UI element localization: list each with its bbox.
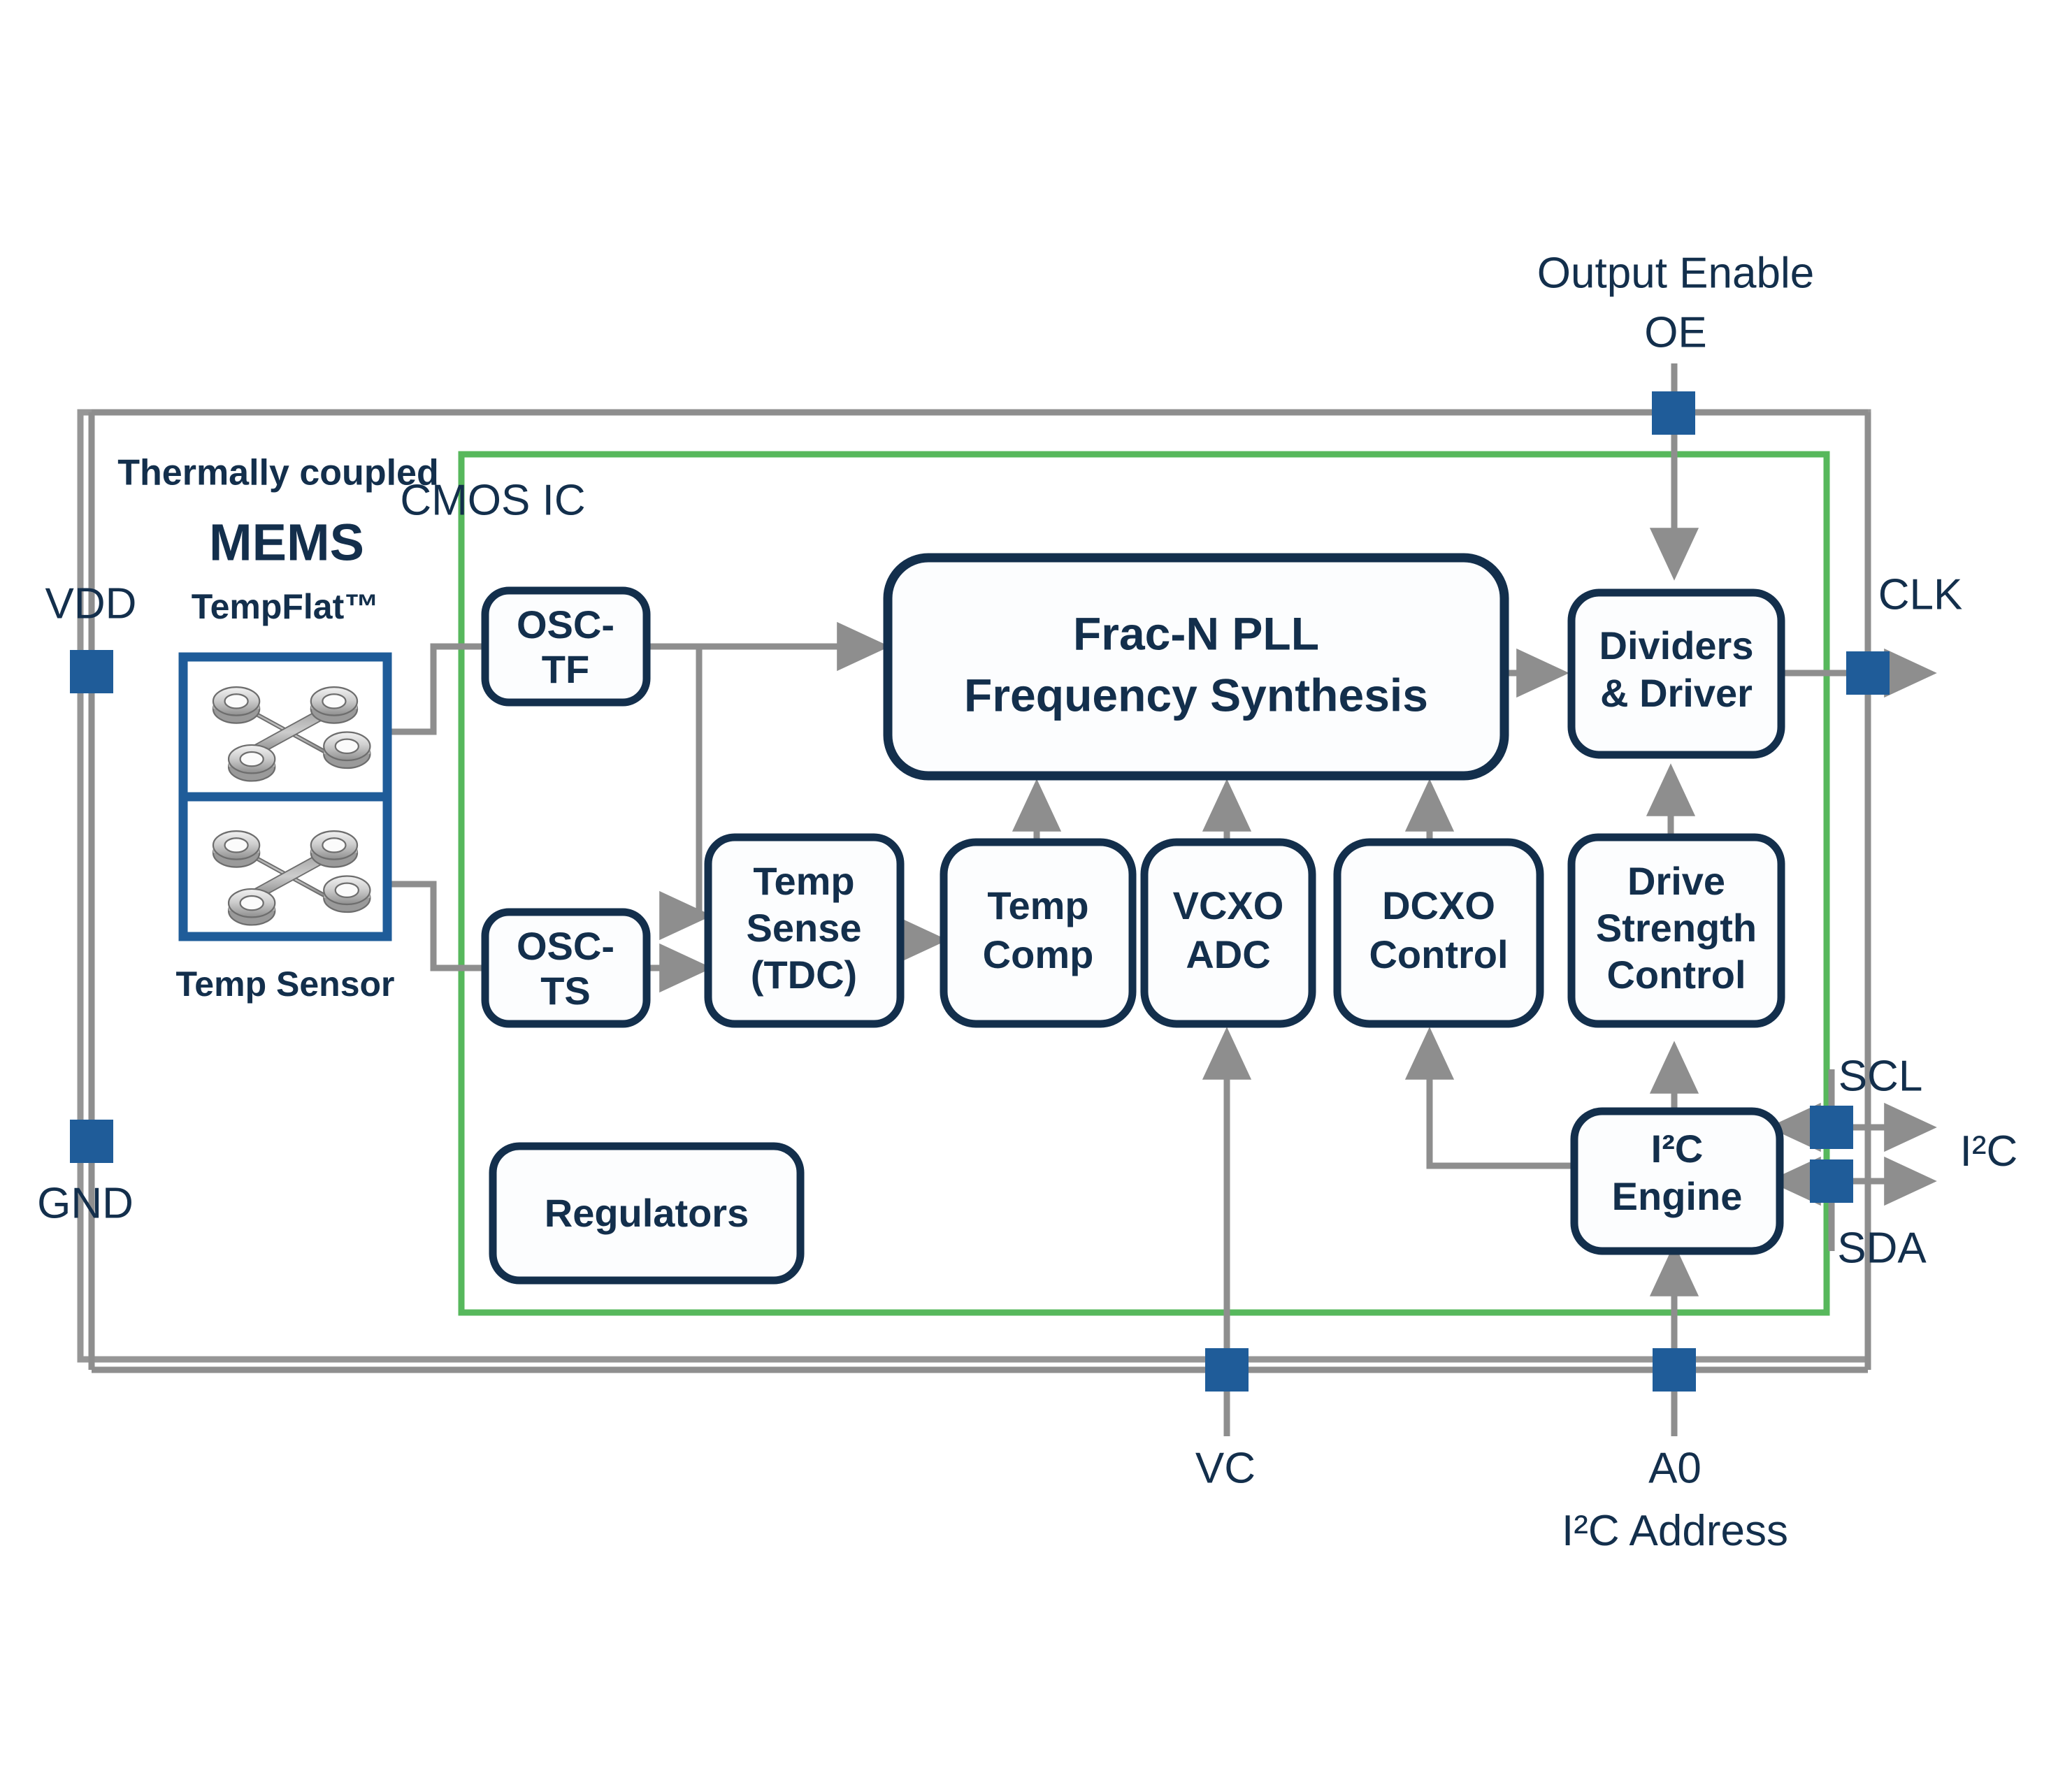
block-i2c-engine[interactable]: I²C Engine <box>1570 1107 1784 1255</box>
block-temp-comp-line-1: Comp <box>983 932 1094 976</box>
block-dividers-line-0: Dividers <box>1599 623 1754 667</box>
block-dividers-line-1: & Driver <box>1600 671 1753 715</box>
block-vcxo-adc-line-1: ADC <box>1186 932 1270 976</box>
block-regulators[interactable]: Regulators <box>489 1142 805 1285</box>
pin-label-i2c-text: I²C <box>1960 1127 2018 1176</box>
block-temp-comp-line-0: Temp <box>987 883 1088 927</box>
pin-label-oe-line-0: Output Enable <box>1537 249 1814 297</box>
block-dcxo-control-line-1: Control <box>1369 932 1508 976</box>
block-osc-tf-line-1: TF <box>542 647 589 691</box>
pin-label-scl: SCL <box>1839 1052 1923 1100</box>
block-drive-strength-control[interactable]: Drive Strength Control <box>1567 833 1785 1028</box>
pin-label-i2c-address: I²C Address <box>1562 1507 1788 1555</box>
block-vcxo-adc[interactable]: VCXO ADC <box>1140 838 1316 1028</box>
wire-tempflat-to-osctf <box>389 643 485 735</box>
pin-square-gnd[interactable] <box>70 1120 113 1163</box>
pin-label-vdd: VDD <box>45 579 137 628</box>
wire-tempsensor-to-oscts <box>389 881 485 971</box>
mems-group: Thermally coupled MEMS TempFlat™ Temp Se… <box>117 453 438 1004</box>
pin-square-scl[interactable] <box>1810 1106 1853 1149</box>
block-drive-strength-line-0: Drive <box>1627 859 1725 903</box>
mems-title: MEMS <box>209 514 364 572</box>
pin-square-sda[interactable] <box>1810 1159 1853 1203</box>
block-temp-sense-line-2: (TDC) <box>751 953 857 997</box>
pin-label-i2c: I²C <box>1960 1127 2018 1176</box>
pin-label-vc: VC <box>1195 1444 1256 1492</box>
pin-square-oe[interactable] <box>1652 391 1695 435</box>
block-dividers-driver[interactable]: Dividers & Driver <box>1567 588 1785 759</box>
pin-label-clk: CLK <box>1878 570 1963 619</box>
pin-square-vdd[interactable] <box>70 650 113 693</box>
block-i2c-engine-line-0-text: I²C <box>1651 1127 1704 1171</box>
block-osc-ts-line-0: OSC- <box>517 924 614 968</box>
block-frac-n-pll[interactable]: Frac-N PLL Frequency Synthesis <box>883 553 1509 781</box>
block-osc-ts[interactable]: OSC- TS <box>481 908 651 1028</box>
block-osc-tf[interactable]: OSC- TF <box>481 586 651 707</box>
block-drive-strength-line-1: Strength <box>1596 906 1757 950</box>
diagram-svg: CMOS IC OSC- TF OSC- TS Temp Sense (TDC)… <box>37 249 2018 1555</box>
block-diagram-canvas: CMOS IC OSC- TF OSC- TS Temp Sense (TDC)… <box>0 0 2072 1778</box>
block-i2c-engine-line-1: Engine <box>1612 1174 1743 1218</box>
pin-label-oe-line-1: OE <box>1644 308 1707 356</box>
block-frac-n-pll-line-0: Frac-N PLL <box>1073 607 1319 659</box>
pin-label-a0: A0 <box>1648 1444 1702 1492</box>
block-regulators-label: Regulators <box>545 1191 749 1235</box>
block-osc-tf-line-0: OSC- <box>517 602 614 646</box>
block-i2c-engine-line-0: I²C <box>1651 1127 1704 1171</box>
pin-square-a0[interactable] <box>1653 1348 1696 1392</box>
block-temp-sense-line-1: Sense <box>747 906 862 950</box>
mems-heading: Thermally coupled <box>117 453 438 493</box>
mems-temp-sensor-label: Temp Sensor <box>175 964 394 1004</box>
pin-label-gnd: GND <box>37 1179 134 1227</box>
wire-i2c-to-dcxo <box>1404 1027 1578 1169</box>
pin-label-sda: SDA <box>1837 1224 1927 1272</box>
block-vcxo-adc-line-0: VCXO <box>1173 883 1284 927</box>
pin-square-clk[interactable] <box>1846 651 1890 695</box>
mems-tempflat-label: TempFlat™ <box>192 587 380 626</box>
pin-square-vc[interactable] <box>1205 1348 1249 1392</box>
block-dcxo-control[interactable]: DCXO Control <box>1333 838 1544 1028</box>
block-frac-n-pll-line-1: Frequency Synthesis <box>964 669 1428 721</box>
block-osc-ts-line-1: TS <box>540 969 591 1013</box>
block-temp-sense-line-0: Temp <box>753 859 854 903</box>
block-drive-strength-line-2: Control <box>1606 953 1746 997</box>
block-temp-sense[interactable]: Temp Sense (TDC) <box>704 833 905 1028</box>
block-temp-comp[interactable]: Temp Comp <box>940 838 1137 1028</box>
block-dcxo-control-line-0: DCXO <box>1382 883 1495 927</box>
pin-label-i2c-address-text: I²C Address <box>1562 1507 1788 1555</box>
